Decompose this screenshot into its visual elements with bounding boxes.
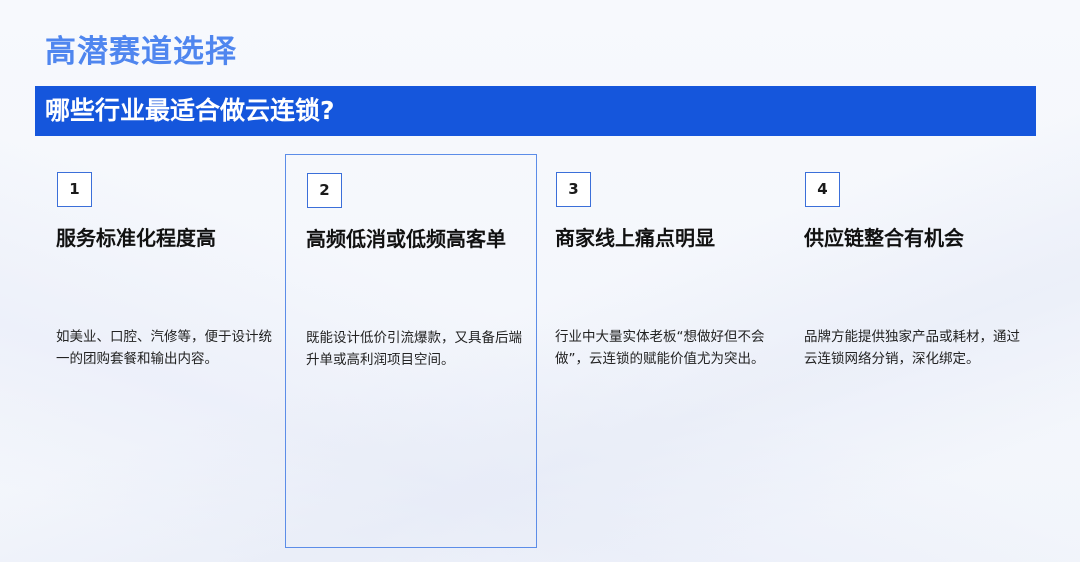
card-description: 既能设计低价引流爆款，又具备后端升单或高利润项目空间。 [306,330,522,368]
card-number: 1 [57,172,92,207]
card-description: 如美业、口腔、汽修等，便于设计统一的团购套餐和输出内容。 [56,329,272,367]
card-2: 2 高频低消或低频高客单 既能设计低价引流爆款，又具备后端升单或高利润项目空间。 [285,154,537,548]
page-title: 高潜赛道选择 [45,34,237,70]
card-description: 品牌方能提供独家产品或耗材，通过云连锁网络分销，深化绑定。 [804,329,1020,367]
banner-text: 哪些行业最适合做云连锁? [45,96,335,125]
card-number: 3 [556,172,591,207]
card-heading: 高频低消或低频高客单 [306,227,506,251]
card-4: 4 供应链整合有机会 品牌方能提供独家产品或耗材，通过云连锁网络分销，深化绑定。 [784,154,1036,548]
card-1: 1 服务标准化程度高 如美业、口腔、汽修等，便于设计统一的团购套餐和输出内容。 [36,154,288,548]
question-banner: 哪些行业最适合做云连锁? [35,86,1036,136]
card-number: 4 [805,172,840,207]
card-heading: 供应链整合有机会 [804,226,964,250]
card-description: 行业中大量实体老板“想做好但不会做”，云连锁的赋能价值尤为突出。 [555,329,765,367]
card-3: 3 商家线上痛点明显 行业中大量实体老板“想做好但不会做”，云连锁的赋能价值尤为… [535,154,787,548]
card-heading: 商家线上痛点明显 [555,226,715,250]
card-heading: 服务标准化程度高 [56,226,216,250]
card-number: 2 [307,173,342,208]
